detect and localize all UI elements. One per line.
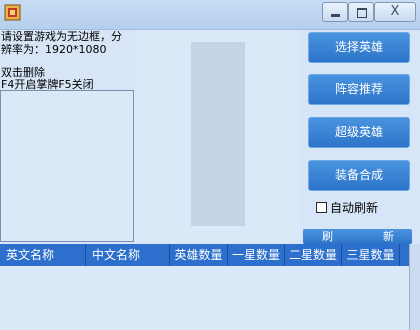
table-header: 英文名称 中文名称 英雄数量 一星数量 二星数量 三星数量: [0, 244, 420, 266]
title-bar: X: [0, 0, 420, 30]
refresh-button[interactable]: 刷 新: [303, 229, 412, 244]
hint-line-1: 请设置游戏为无边框，分: [1, 30, 122, 43]
hint-line-2: 辨率为：1920*1080: [1, 43, 107, 56]
auto-refresh-label: 自动刷新: [330, 201, 379, 215]
column-header-two-star-count[interactable]: 二星数量: [285, 244, 342, 266]
minimize-icon: [331, 14, 340, 17]
super-hero-button[interactable]: 超级英雄: [308, 117, 410, 148]
column-header-one-star-count[interactable]: 一星数量: [228, 244, 285, 266]
table-header-spacer: [400, 244, 408, 266]
refresh-label-1: 刷: [322, 230, 333, 243]
column-header-english-name[interactable]: 英文名称: [0, 244, 86, 266]
center-strip: [191, 42, 245, 226]
close-button[interactable]: X: [374, 2, 416, 22]
select-hero-button[interactable]: 选择英雄: [308, 32, 410, 63]
refresh-label-2: 新: [383, 230, 394, 243]
selected-hero-list[interactable]: [0, 90, 134, 242]
lineup-recommend-button[interactable]: 阵容推荐: [308, 74, 410, 105]
auto-refresh-checkbox[interactable]: [316, 202, 327, 213]
hint-line-4: F4开启掌牌F5关闭: [1, 78, 94, 91]
app-icon: [4, 4, 21, 21]
maximize-button[interactable]: [348, 2, 374, 22]
equipment-combine-button[interactable]: 装备合成: [308, 160, 410, 191]
column-header-three-star-count[interactable]: 三星数量: [342, 244, 400, 266]
table-body[interactable]: [0, 266, 409, 330]
close-icon: X: [390, 4, 400, 19]
app-window: X 请设置游戏为无边框，分 辨率为：1920*1080 双击删除 F4开启掌牌F…: [0, 0, 420, 330]
maximize-icon: [357, 8, 367, 18]
minimize-button[interactable]: [322, 2, 348, 22]
column-header-hero-count[interactable]: 英雄数量: [170, 244, 228, 266]
column-header-chinese-name[interactable]: 中文名称: [86, 244, 170, 266]
vertical-scrollbar[interactable]: [409, 244, 420, 330]
